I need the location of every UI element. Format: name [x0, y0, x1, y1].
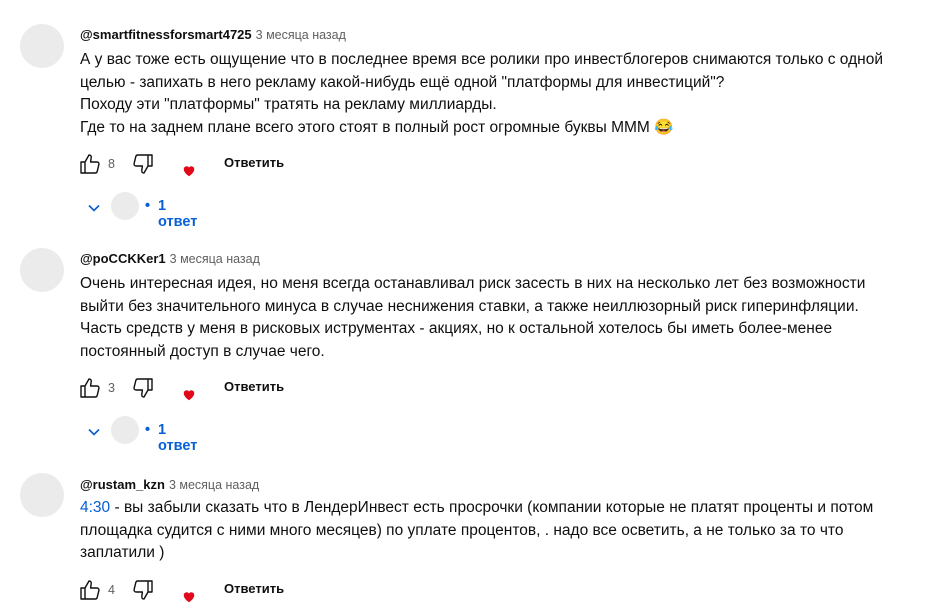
avatar[interactable] — [20, 248, 64, 292]
thumb-down-icon — [133, 378, 153, 398]
reply-avatar — [111, 192, 139, 220]
separator-dot: • — [145, 198, 151, 214]
avatar[interactable] — [20, 24, 64, 68]
comment-line: площадка судится с ними много месяцев) п… — [80, 521, 844, 539]
thumb-down-icon — [133, 154, 153, 174]
replies-count[interactable]: 1 ответ — [158, 422, 197, 454]
comment-author[interactable]: @rustam_kzn — [80, 477, 165, 492]
comment-line: Очень интересная идея, но меня всегда ос… — [80, 275, 866, 292]
comment-time[interactable]: 3 месяца назад — [170, 252, 260, 266]
thumb-up-icon — [80, 154, 100, 174]
comment-line-text: - вы забыли сказать что в ЛендерИнвест е… — [110, 499, 874, 516]
creator-heart-icon[interactable] — [182, 164, 196, 178]
comment-line: Походу эти "платформы" тратять на реклам… — [80, 96, 497, 113]
comment-line: Часть средств у меня в рисковых иструмен… — [80, 320, 833, 337]
separator-dot: • — [145, 422, 151, 438]
creator-heart-icon[interactable] — [182, 590, 196, 604]
laughing-emoji: 😂 — [654, 118, 674, 136]
comment-line: целью - запихать в него рекламу какой-ни… — [80, 73, 725, 91]
like-button[interactable] — [78, 578, 102, 602]
comment-line: заплатили ) — [80, 544, 165, 561]
thumb-up-icon — [80, 580, 100, 600]
thumb-up-icon — [80, 378, 100, 398]
reply-button[interactable]: Ответить — [224, 155, 284, 170]
like-button[interactable] — [78, 376, 102, 400]
dislike-button[interactable] — [131, 152, 155, 176]
creator-heart-icon[interactable] — [182, 388, 196, 402]
comment-line-text: Где то на заднем плане всего этого стоят… — [80, 118, 650, 136]
like-count: 8 — [108, 157, 115, 171]
thumb-down-icon — [133, 580, 153, 600]
reply-avatar — [111, 416, 139, 444]
comment-author[interactable]: @smartfitnessforsmart4725 — [80, 27, 252, 42]
avatar[interactable] — [20, 473, 64, 517]
comment-line: выйти без значительного минуса в случае … — [80, 297, 859, 315]
comment-header: @poCCKKer1 3 месяца назад — [80, 251, 260, 266]
comment-time[interactable]: 3 месяца назад — [169, 478, 259, 492]
chevron-down-icon — [86, 200, 102, 216]
reply-button[interactable]: Ответить — [224, 581, 284, 596]
comment-header: @smartfitnessforsmart4725 3 месяца назад — [80, 27, 346, 42]
comment-line: А у вас тоже есть ощущение что в последн… — [80, 51, 883, 68]
comment-text: Очень интересная идея, но меня всегда ос… — [80, 273, 930, 363]
comment-line: 4:30 - вы забыли сказать что в ЛендерИнв… — [80, 497, 930, 520]
like-button[interactable] — [78, 152, 102, 176]
comment-line: постоянный доступ в случае чего. — [80, 342, 325, 360]
timestamp-link[interactable]: 4:30 — [80, 499, 110, 516]
comment-text: 4:30 - вы забыли сказать что в ЛендерИнв… — [80, 497, 930, 565]
dislike-button[interactable] — [131, 376, 155, 400]
like-count: 4 — [108, 583, 115, 597]
chevron-down-icon — [86, 424, 102, 440]
comment-author[interactable]: @poCCKKer1 — [80, 251, 166, 266]
like-count: 3 — [108, 381, 115, 395]
reply-button[interactable]: Ответить — [224, 379, 284, 394]
comment-line: Где то на заднем плане всего этого стоят… — [80, 117, 930, 140]
comment-text: А у вас тоже есть ощущение что в последн… — [80, 49, 930, 139]
comment-time[interactable]: 3 месяца назад — [256, 28, 346, 42]
replies-count[interactable]: 1 ответ — [158, 198, 197, 230]
comment-header: @rustam_kzn 3 месяца назад — [80, 477, 259, 492]
dislike-button[interactable] — [131, 578, 155, 602]
